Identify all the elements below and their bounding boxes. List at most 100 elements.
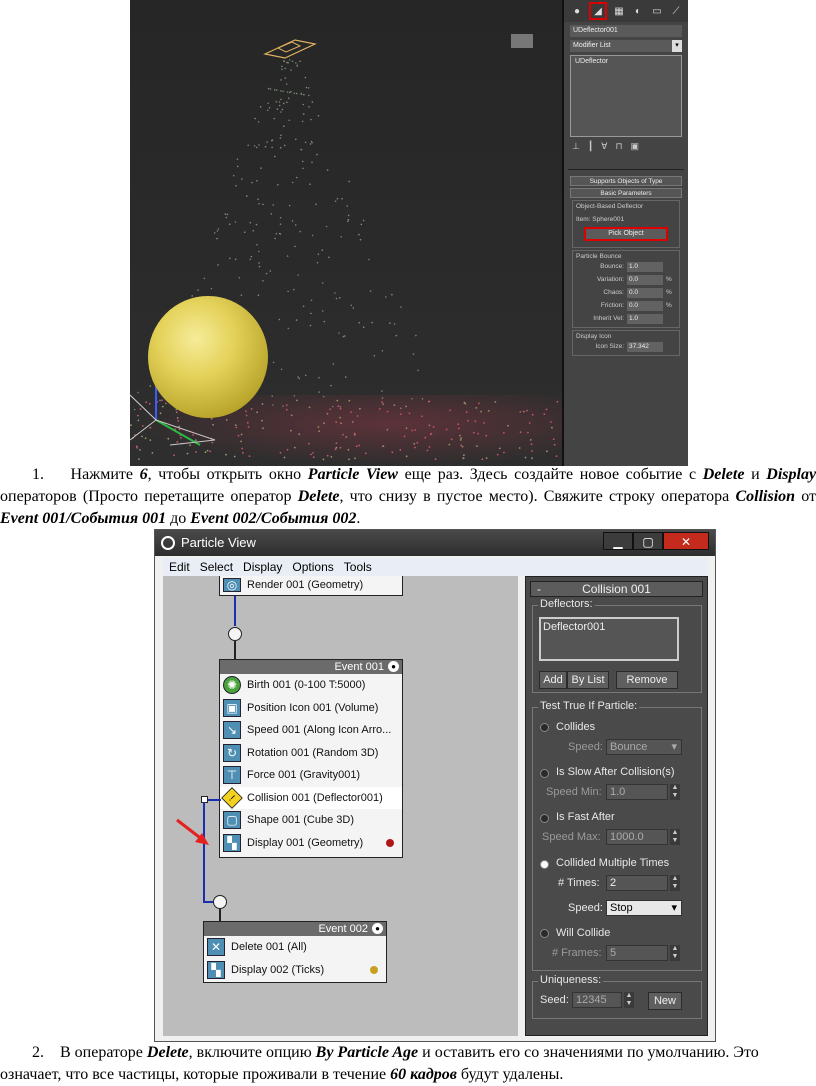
particle xyxy=(358,321,360,324)
event-input-socket[interactable] xyxy=(228,627,242,641)
modifier-stack[interactable]: UDeflector xyxy=(570,55,682,137)
icon-size-spinner[interactable]: 37.342 xyxy=(627,341,663,352)
list-item[interactable]: Deflector001 xyxy=(543,621,675,633)
particle xyxy=(216,237,218,240)
fast-after-radio[interactable] xyxy=(540,814,549,823)
event-graph-canvas[interactable]: ◎ Render 001 (Geometry) Event 001 ● ✺ Bir… xyxy=(163,576,518,1036)
operator-row-shape[interactable]: ▢ Shape 001 (Cube 3D) xyxy=(220,809,402,832)
object-name-field[interactable]: UDeflector001 xyxy=(570,25,682,37)
rollout-supports-objects[interactable]: Supports Objects of Type xyxy=(570,176,682,186)
speed-dropdown[interactable]: Bounce ▾ xyxy=(606,739,682,755)
particle xyxy=(330,384,332,387)
inherit-vel-spinner[interactable]: 1.0 xyxy=(627,313,663,324)
global-event-node[interactable]: ◎ Render 001 (Geometry) xyxy=(219,576,403,596)
speed-max-field[interactable]: 1000.0 xyxy=(606,829,668,845)
operator-row-position[interactable]: ▣ Position Icon 001 (Volume) xyxy=(220,697,402,720)
operator-row-speed[interactable]: ↘ Speed 001 (Along Icon Arro... xyxy=(220,719,402,742)
event-header[interactable]: Event 001 ● xyxy=(220,660,402,674)
frames-field[interactable]: 5 xyxy=(606,945,668,961)
bounce-spinner[interactable]: 1.0 xyxy=(627,261,663,272)
spinner-arrows-icon[interactable]: ▲ ▼ xyxy=(670,784,680,800)
deflectors-list[interactable]: Deflector001 xyxy=(539,617,679,661)
particle xyxy=(343,335,346,337)
modify-tab-icon[interactable]: ◢ xyxy=(589,2,607,20)
particle xyxy=(362,326,365,329)
make-unique-icon[interactable]: ∀ xyxy=(601,141,607,155)
menu-edit[interactable]: Edit xyxy=(169,558,190,576)
show-end-result-icon[interactable]: ┃ xyxy=(588,141,593,155)
configure-sets-icon[interactable]: ▣ xyxy=(630,141,639,155)
operator-row[interactable]: ◎ Render 001 (Geometry) xyxy=(220,576,402,594)
event-header[interactable]: Event 002 ● xyxy=(204,922,386,936)
particle xyxy=(286,101,288,104)
display-color-swatch[interactable] xyxy=(370,965,378,974)
spinner-arrows-icon[interactable]: ▲ ▼ xyxy=(670,875,680,891)
new-seed-button[interactable]: New xyxy=(648,992,682,1010)
utilities-tab-icon[interactable]: ⟋ xyxy=(669,4,683,18)
menu-display[interactable]: Display xyxy=(243,558,282,576)
remove-button[interactable]: Remove xyxy=(616,671,678,689)
collides-radio[interactable] xyxy=(540,723,549,732)
friction-spinner[interactable]: 0.0 xyxy=(627,300,663,311)
particle xyxy=(291,60,294,63)
minimize-icon[interactable]: ▁ xyxy=(603,532,633,550)
collision-test-icon: ! xyxy=(221,786,243,809)
modifier-list-dropdown[interactable]: Modifier List ▾ xyxy=(570,40,682,52)
slow-after-radio[interactable] xyxy=(540,769,549,778)
rollout-header[interactable]: - Collision 001 xyxy=(530,581,703,597)
wire xyxy=(207,799,221,801)
particle xyxy=(381,350,384,352)
lightbulb-icon[interactable]: ● xyxy=(372,923,383,934)
variation-spinner[interactable]: 0.0 xyxy=(627,274,663,285)
spinner-arrows-icon[interactable]: ▲ ▼ xyxy=(670,829,680,845)
menu-options[interactable]: Options xyxy=(292,558,333,576)
rollout-basic-parameters[interactable]: Basic Parameters xyxy=(570,188,682,198)
operator-label: Delete 001 (All) xyxy=(231,941,307,954)
menu-select[interactable]: Select xyxy=(200,558,233,576)
sphere-object[interactable] xyxy=(148,296,268,418)
operator-row-display[interactable]: ▚ Display 002 (Ticks) xyxy=(204,959,386,982)
stack-item[interactable]: UDeflector xyxy=(575,58,677,65)
motion-tab-icon[interactable]: ◐ xyxy=(631,4,645,18)
will-collide-radio[interactable] xyxy=(540,929,549,938)
operator-row-collision[interactable]: ! Collision 001 (Deflector001) xyxy=(220,786,402,809)
event-001-node[interactable]: Event 001 ● ✺ Birth 001 (0-100 T:5000) ▣ P… xyxy=(219,659,403,858)
particle xyxy=(310,312,312,315)
operator-row-rotation[interactable]: ↻ Rotation 001 (Random 3D) xyxy=(220,742,402,765)
lightbulb-icon[interactable]: ● xyxy=(388,661,399,672)
display-tab-icon[interactable]: ▭ xyxy=(650,4,664,18)
close-icon[interactable]: ✕ xyxy=(663,532,709,550)
times-field[interactable]: 2 xyxy=(606,875,668,891)
particle xyxy=(332,363,335,365)
operator-row-force[interactable]: ⊤ Force 001 (Gravity001) xyxy=(220,764,402,787)
hierarchy-tab-icon[interactable]: ▦ xyxy=(612,4,626,18)
menu-tools[interactable]: Tools xyxy=(344,558,372,576)
speed-min-field[interactable]: 1.0 xyxy=(606,784,668,800)
chaos-spinner[interactable]: 0.0 xyxy=(627,287,663,298)
add-button[interactable]: Add xyxy=(539,671,567,689)
particle xyxy=(280,79,282,81)
collided-multiple-radio[interactable] xyxy=(540,860,549,869)
particle xyxy=(323,320,326,323)
event-002-node[interactable]: Event 002 ● ✕ Delete 001 (All) ▚ Display 0… xyxy=(203,921,387,983)
operator-row-display[interactable]: ▚ Display 001 (Geometry) xyxy=(220,832,402,855)
seed-field[interactable]: 12345 xyxy=(572,992,622,1008)
operator-row-delete[interactable]: ✕ Delete 001 (All) xyxy=(204,936,386,959)
event-input-socket[interactable] xyxy=(213,895,227,909)
pick-object-button[interactable]: Pick Object xyxy=(584,227,668,241)
spinner-arrows-icon[interactable]: ▲ ▼ xyxy=(624,992,634,1008)
particle xyxy=(393,323,396,325)
create-tab-icon[interactable]: ● xyxy=(570,4,584,18)
text: , включите опцию xyxy=(188,1044,316,1061)
spinner-arrows-icon[interactable]: ▲ ▼ xyxy=(670,945,680,961)
3d-viewport[interactable] xyxy=(130,0,562,466)
remove-modifier-icon[interactable]: ⊓ xyxy=(615,141,622,155)
speed-dropdown-multiple[interactable]: Stop ▾ xyxy=(606,900,682,916)
by-list-button[interactable]: By List xyxy=(567,671,609,689)
particle xyxy=(258,265,261,268)
display-color-swatch[interactable] xyxy=(386,838,394,847)
particle xyxy=(302,103,305,106)
operator-row-birth[interactable]: ✺ Birth 001 (0-100 T:5000) xyxy=(220,674,402,697)
pin-stack-icon[interactable]: ⊥ xyxy=(572,141,580,155)
maximize-icon[interactable]: ▢ xyxy=(633,532,663,550)
